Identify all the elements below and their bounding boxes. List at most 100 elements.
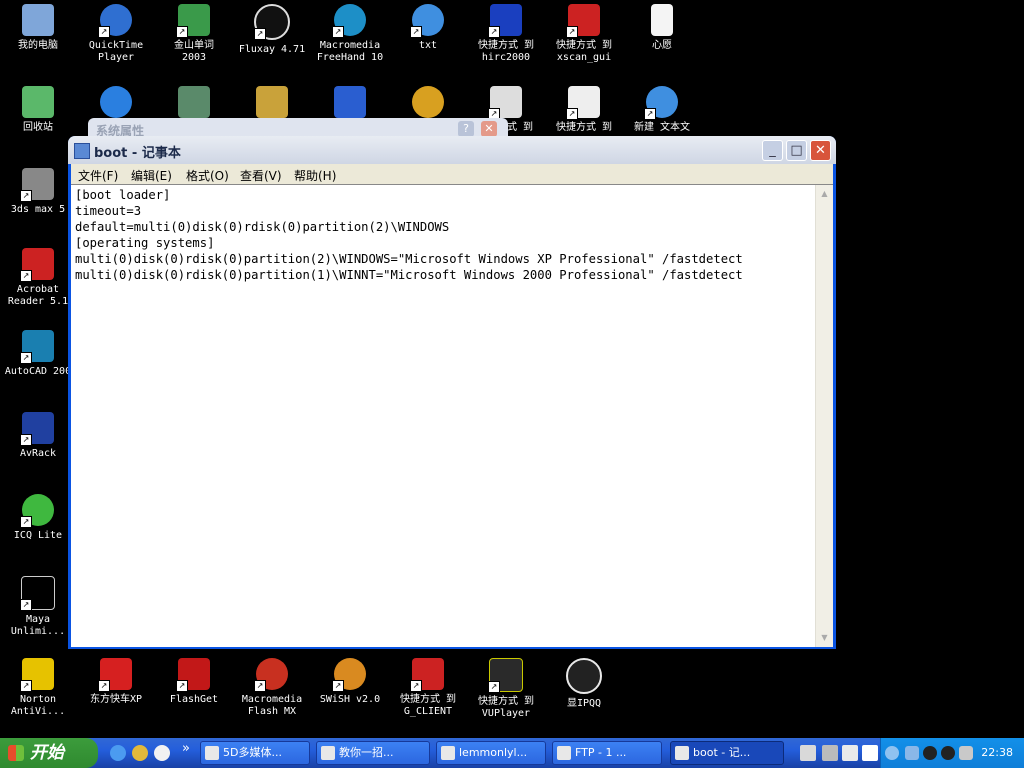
quicklaunch-app-icon[interactable] [132, 745, 148, 761]
desktop-icon-label: Acrobat Reader 5.1 [7, 284, 69, 307]
desktop-icon-freehand[interactable]: ↗ Macromedia FreeHand 10 [312, 4, 388, 64]
desktop-icon-icq[interactable]: ↗ ICQ Lite [0, 494, 76, 542]
desktop-icon-jinshan[interactable]: ↗ 金山单词 2003 [156, 4, 232, 64]
desktop-icon-partial-5[interactable] [390, 86, 466, 122]
desktop-icon-swish[interactable]: ↗ SWiSH v2.0 [312, 658, 388, 706]
window-icon [441, 746, 455, 760]
system-tray: 22:38 [880, 738, 1024, 768]
text-document-icon [651, 4, 673, 36]
quicklaunch-media-player-icon[interactable] [154, 745, 170, 761]
desktop-icon-ipqq[interactable]: 显IPQQ [546, 658, 622, 710]
desktop-icon-maya[interactable]: ↗ Maya Unlimi... [0, 576, 76, 638]
text-editor[interactable]: [boot loader] timeout=3 default=multi(0)… [71, 184, 833, 647]
desktop-icon-recycle-bin[interactable]: 回收站 [0, 86, 76, 134]
vuplayer-icon: ↗ [488, 658, 523, 693]
tray-qq-icon[interactable] [923, 746, 937, 760]
desktop-icon-label: ICQ Lite [13, 530, 63, 541]
notepad-window[interactable]: boot - 记事本 _ □ ✕ 文件(F) 编辑(E) 格式(O) 查看(V)… [68, 136, 836, 649]
desktop-icon-my-computer[interactable]: 我的电脑 [0, 4, 76, 52]
taskbar-item[interactable]: lemmonlyl... [436, 741, 546, 765]
desktop-icon-gclient[interactable]: ↗ 快捷方式 到 G_CLIENT [390, 658, 466, 718]
menu-format[interactable]: 格式(O) [186, 167, 229, 184]
desktop-icon-quicktime[interactable]: ↗ QuickTime Player [78, 4, 154, 64]
tray-network-icon[interactable] [905, 746, 919, 760]
desktop-icon-vuplayer[interactable]: ↗ 快捷方式 到 VUPlayer [468, 658, 544, 720]
start-button[interactable]: 开始 [0, 738, 98, 768]
desktop-icon-hirc2000[interactable]: ↗ 快捷方式 到 hirc2000 [468, 4, 544, 64]
text-line: multi(0)disk(0)rdisk(0)partition(2)\WIND… [75, 252, 743, 266]
desktop-icon-label: 新建 文本文 [633, 122, 691, 133]
desktop-icon-partial-2[interactable] [156, 86, 232, 122]
recycle-bin-icon [22, 86, 54, 118]
title-bar[interactable]: boot - 记事本 _ □ ✕ [68, 136, 836, 164]
desktop-icon-label: AutoCAD 200 [4, 366, 72, 377]
desktop-icon-label: 3ds max 5 [10, 204, 66, 215]
tray-pen-icon[interactable] [822, 745, 838, 761]
desktop-icon-fluxay[interactable]: ↗ Fluxay 4.71 [234, 4, 310, 56]
desktop-icon-partial-3[interactable] [234, 86, 310, 122]
menu-file[interactable]: 文件(F) [78, 167, 118, 184]
tray-qq-icon[interactable] [941, 746, 955, 760]
desktop-icon-shortcut-b[interactable]: ↗ 快捷方式 到 [546, 86, 622, 134]
desktop-icon-new-text[interactable]: ↗ 新建 文本文 [624, 86, 700, 134]
close-button[interactable]: ✕ [481, 121, 497, 137]
swish-icon: ↗ [332, 658, 366, 692]
internet-explorer-icon: ↗ [644, 86, 678, 120]
menu-help[interactable]: 帮助(H) [294, 167, 336, 184]
desktop-icon-label: 快捷方式 到 VUPlayer [477, 696, 535, 719]
3dsmax-icon: ↗ [20, 168, 54, 202]
taskbar-item-active[interactable]: boot - 记... [670, 741, 784, 765]
desktop-icon-acrobat[interactable]: ↗ Acrobat Reader 5.1 [0, 248, 76, 308]
desktop-icon-label: 我的电脑 [18, 40, 58, 51]
maximize-button[interactable]: □ [786, 140, 807, 161]
taskbar-item[interactable]: 5D多媒体... [200, 741, 310, 765]
desktop-icon-norton[interactable]: ↗ Norton AntiVi... [0, 658, 76, 718]
taskbar-item[interactable]: FTP - 1 ... [552, 741, 662, 765]
desktop-icon-flashget[interactable]: ↗ FlashGet [156, 658, 232, 706]
app-icon [178, 86, 210, 118]
desktop-icon-partial-1[interactable] [78, 86, 154, 122]
tray-help-icon[interactable] [862, 745, 878, 761]
dictionary-icon: ↗ [176, 4, 210, 38]
scroll-up-arrow-icon[interactable]: ▲ [817, 186, 832, 202]
icq-flower-icon: ↗ [20, 494, 54, 528]
desktop-icon-3dsmax[interactable]: ↗ 3ds max 5 [0, 168, 76, 216]
maya-icon: ↗ [20, 576, 55, 611]
desktop-icon-xscan[interactable]: ↗ 快捷方式 到 xscan_gui [546, 4, 622, 64]
desktop-icon-label: txt [418, 40, 438, 51]
help-button[interactable]: ? [458, 121, 474, 137]
menu-edit[interactable]: 编辑(E) [131, 167, 172, 184]
desktop-icon-flashmx[interactable]: ↗ Macromedia Flash MX [234, 658, 310, 718]
menu-view[interactable]: 查看(V) [240, 167, 282, 184]
vertical-scrollbar[interactable]: ▲ ▼ [815, 185, 833, 647]
qq-penguin-icon [566, 658, 602, 694]
dongfang-icon: ↗ [98, 658, 132, 692]
desktop-icon-label: FlashGet [169, 694, 219, 705]
desktop-icon-xinyuan[interactable]: 心愿 [624, 4, 700, 52]
tray-app-icon[interactable] [800, 745, 816, 761]
window-icon [321, 746, 335, 760]
desktop-icon-txt[interactable]: ↗ txt [390, 4, 466, 52]
tray-monitor-icon[interactable] [842, 745, 858, 761]
tray-collapse-icon[interactable] [885, 746, 899, 760]
clock[interactable]: 22:38 [981, 746, 1013, 759]
desktop-icon-dongfang[interactable]: ↗ 东方快车XP [78, 658, 154, 706]
window-icon [205, 746, 219, 760]
notepad-icon [74, 143, 90, 159]
quicklaunch-more-button[interactable]: » [182, 741, 190, 756]
desktop-icon-autocad[interactable]: ↗ AutoCAD 200 [0, 330, 76, 378]
flash-icon: ↗ [254, 658, 288, 692]
ultraedit-icon [412, 86, 444, 118]
close-button[interactable]: ✕ [810, 140, 831, 161]
tray-volume-icon[interactable] [959, 746, 973, 760]
quicklaunch-ie-icon[interactable] [110, 745, 126, 761]
scroll-down-arrow-icon[interactable]: ▼ [817, 630, 832, 646]
desktop-icon-avrack[interactable]: ↗ AvRack [0, 412, 76, 460]
norton-icon: ↗ [20, 658, 54, 692]
desktop-icon-partial-4[interactable] [312, 86, 388, 122]
desktop-icon-label: 回收站 [23, 122, 53, 133]
taskbar-item-label: FTP - 1 ... [575, 746, 627, 759]
text-line: timeout=3 [75, 204, 142, 218]
minimize-button[interactable]: _ [762, 140, 783, 161]
taskbar-item[interactable]: 教你一招... [316, 741, 430, 765]
